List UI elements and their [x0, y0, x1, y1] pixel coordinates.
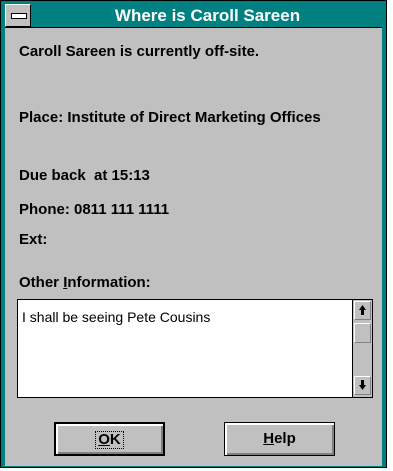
due-back-label: Due back at 15:13 — [19, 167, 150, 184]
system-menu-icon[interactable] — [5, 4, 31, 27]
dialog-body: Caroll Sareen is currently off-site. Pla… — [5, 28, 382, 466]
other-information-text: I shall be seeing Pete Cousins — [22, 309, 211, 325]
ext-label: Ext: — [19, 231, 48, 248]
down-arrow-icon[interactable] — [354, 376, 371, 395]
other-information-label: Other Information: — [19, 274, 151, 291]
scrollbar-thumb[interactable] — [354, 323, 371, 343]
dialog-window: Where is Caroll Sareen Caroll Sareen is … — [0, 0, 387, 468]
place-label: Place: Institute of Direct Marketing Off… — [19, 109, 321, 126]
title-bar[interactable]: Where is Caroll Sareen — [5, 4, 382, 28]
phone-label: Phone: 0811 111 1111 — [19, 201, 170, 218]
vertical-scrollbar[interactable] — [352, 300, 372, 397]
window-title: Where is Caroll Sareen — [114, 6, 301, 25]
help-button[interactable]: Help — [224, 422, 335, 456]
other-information-textbox[interactable]: I shall be seeing Pete Cousins — [17, 299, 373, 398]
ok-button[interactable]: OK — [54, 422, 165, 456]
up-arrow-icon[interactable] — [354, 301, 371, 320]
status-summary: Caroll Sareen is currently off-site. — [19, 43, 260, 60]
